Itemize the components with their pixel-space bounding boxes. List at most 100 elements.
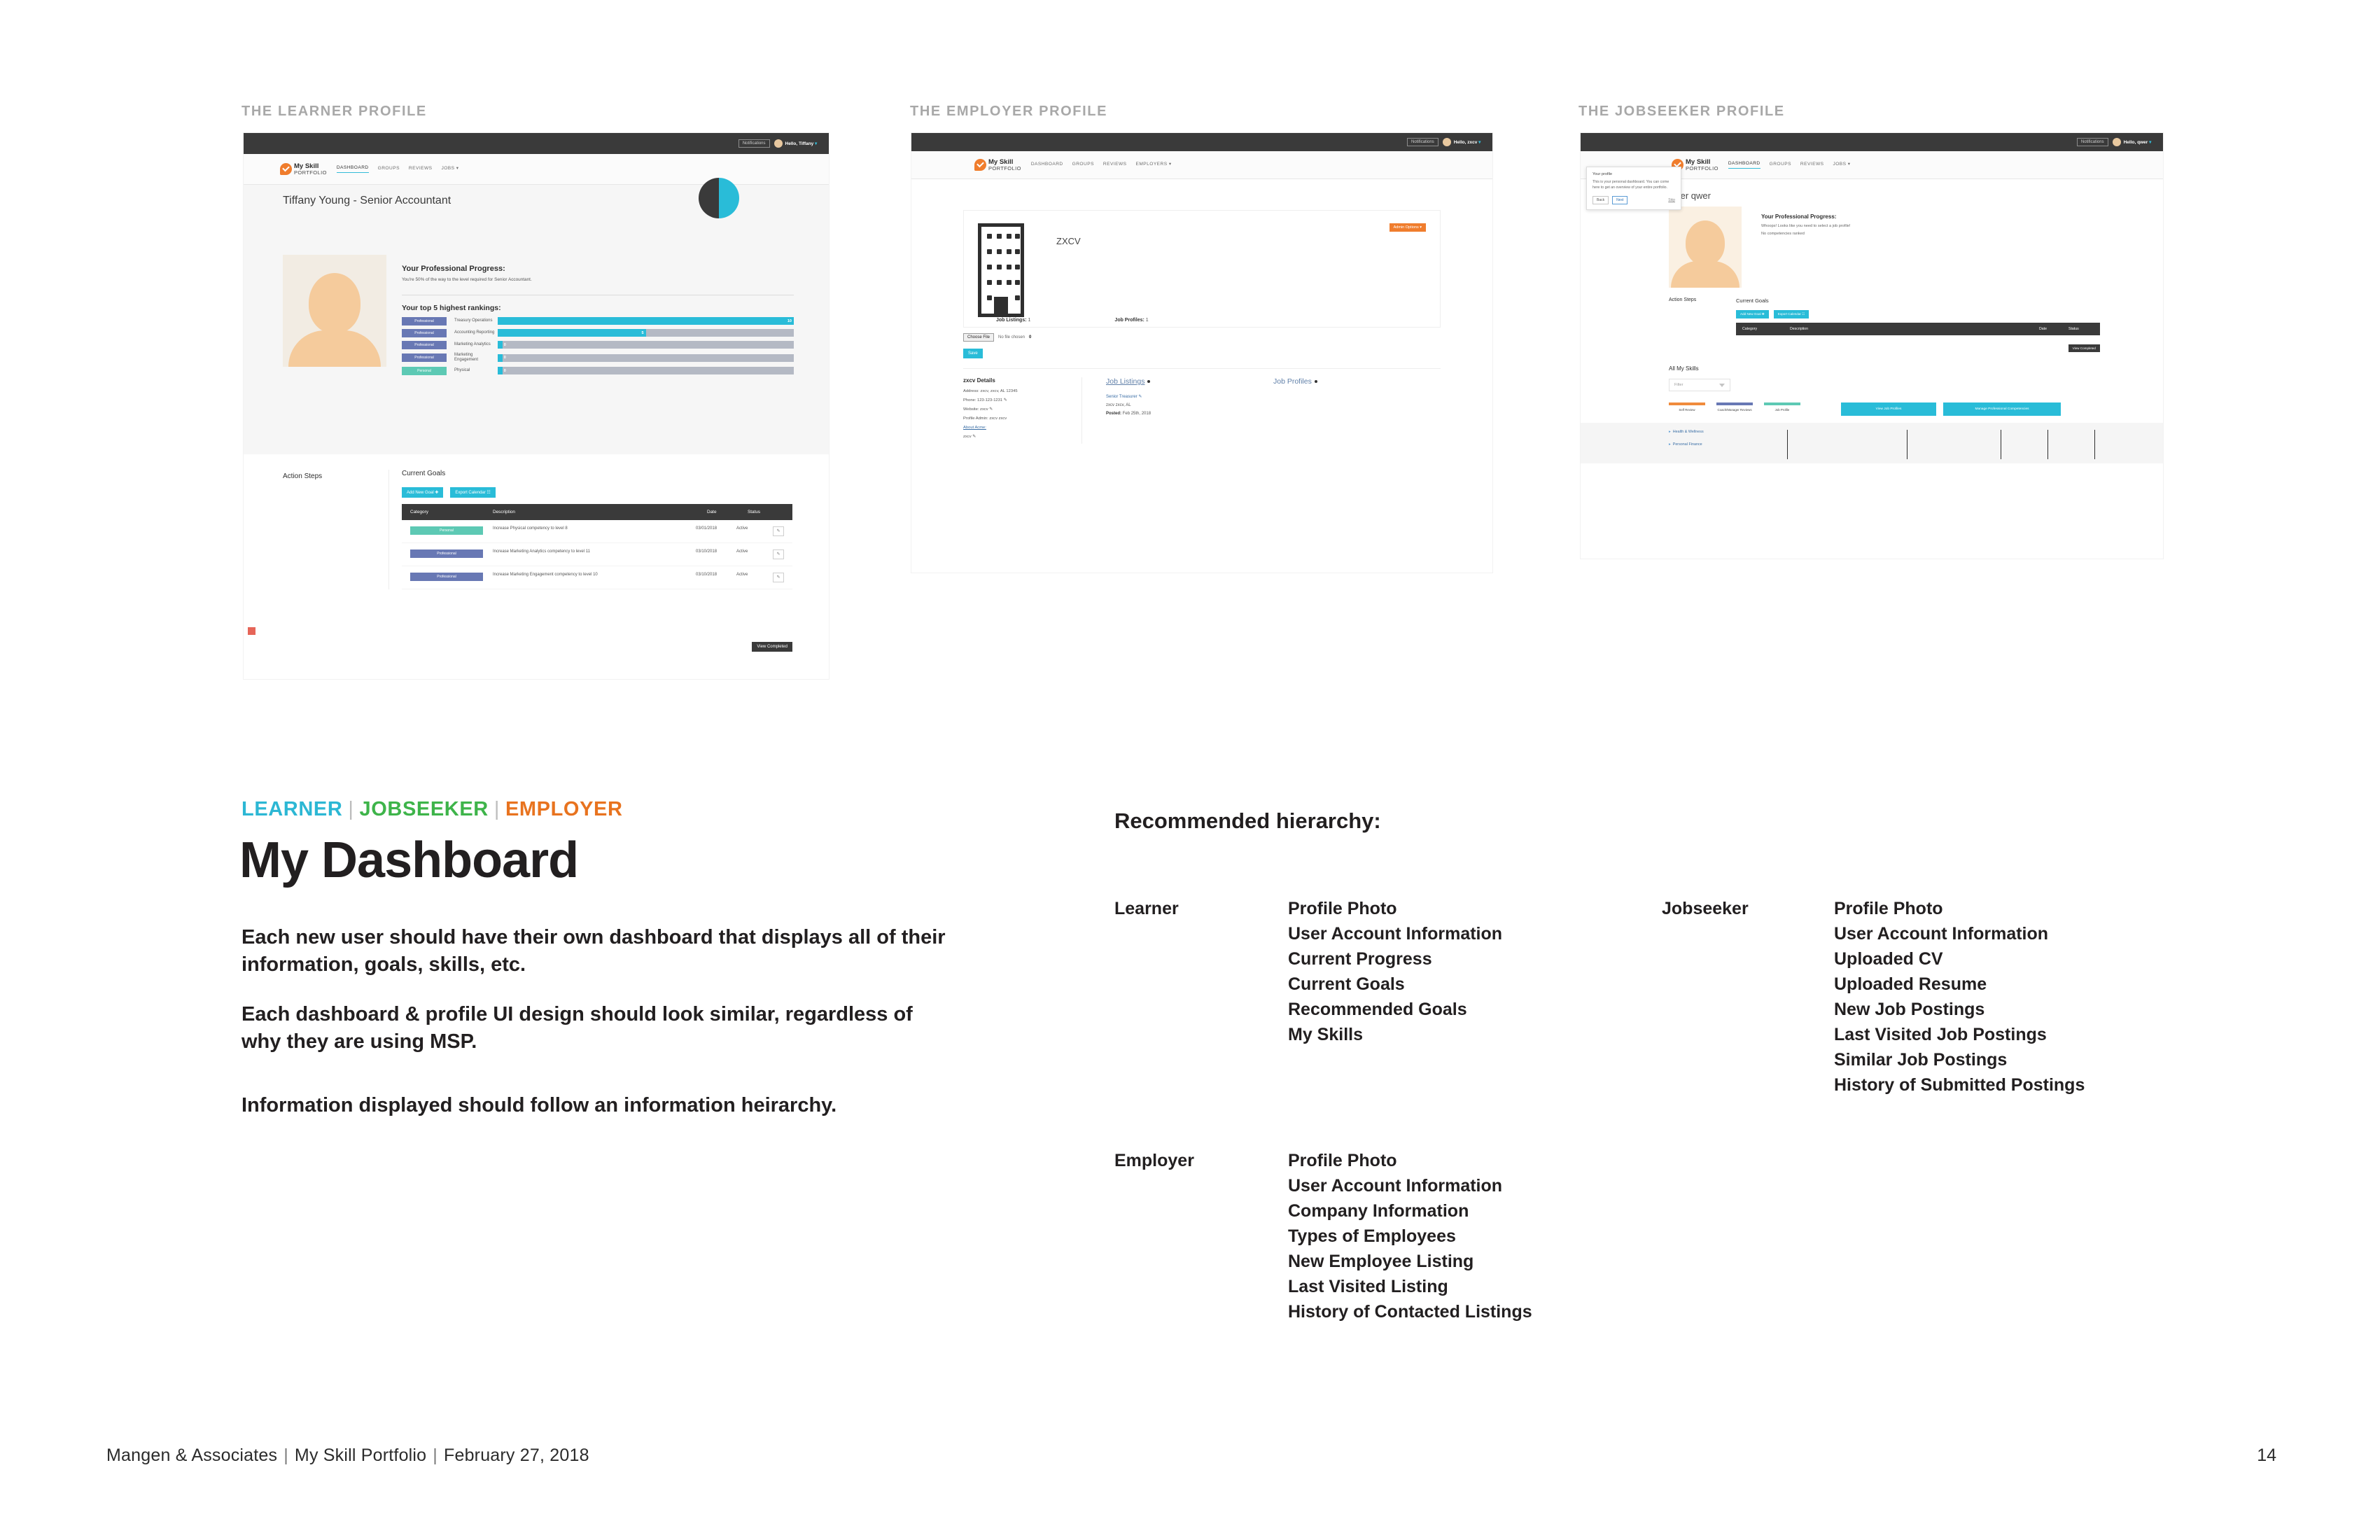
job-listing-name[interactable]: Senior Treasurer ✎ [1106,394,1273,399]
export-calendar-button[interactable]: Export Calendar ☷ [1773,310,1809,318]
user-menu[interactable]: Hello, zxcv ▾ [1454,139,1481,145]
rank-track: 0 [498,341,794,349]
edit-icon[interactable]: ✎ [773,526,784,536]
goal-category-badge: Professional [410,550,483,558]
view-completed-button[interactable]: View Completed [752,642,792,652]
choose-file-button[interactable]: Choose File [963,333,995,342]
list-item: Company Information [1288,1201,1469,1221]
user-greeting: Hello, zxcv [1453,140,1478,145]
learner-page-title: Tiffany Young - Senior Accountant [283,195,451,206]
footer-date: February 27, 2018 [444,1446,589,1465]
ranking-row: Professional Marketing Analytics 0 [402,340,794,349]
avatar-body-shape [1671,261,1740,288]
view-job-profiles-button[interactable]: View Job Profiles [1841,402,1936,416]
current-goals-heading: Current Goals [402,470,446,477]
nav-jobs[interactable]: JOBS ▾ [441,165,458,173]
category-row[interactable]: ▸ Health & Wellness [1669,430,1736,434]
list-item: User Account Information [1288,1176,1503,1196]
nav-reviews[interactable]: REVIEWS [1800,162,1824,169]
legend-label: Coach/Manager Reviews [1717,408,1752,412]
export-calendar-button[interactable]: Export Calendar ☷ [450,487,496,498]
recommended-hierarchy-title: Recommended hierarchy: [1114,808,1381,833]
category-label: Personal Finance [1672,442,1702,447]
nav-employers[interactable]: EMPLOYERS ▾ [1135,161,1171,169]
brand-logo[interactable]: My Skill PORTFOLIO [974,159,1021,171]
view-completed-button[interactable]: View Completed [2068,344,2100,352]
job-listings-title-text: Job Listings [1106,377,1145,386]
tooltip-back-button[interactable]: Back [1592,195,1609,204]
legend-item: Self Review [1669,402,1705,412]
page-number: 14 [2257,1446,2276,1465]
col-date: Date [707,510,717,514]
edit-icon[interactable]: ✎ [773,573,784,582]
nav-jobs[interactable]: JOBS ▾ [1833,161,1850,169]
ranking-row: Professional Accounting Reporting 5 [402,328,794,337]
filter-select[interactable]: Filter [1669,379,1730,391]
goal-description: Increase Marketing Engagement competency… [493,573,598,577]
learner-topbar: Notifications Hello, Tiffany ▾ [244,133,829,154]
list-item: New Job Postings [1834,1000,1985,1019]
add-new-goal-button[interactable]: Add New Goal ✚ [1736,310,1769,318]
tooltip-next-button[interactable]: Next [1612,195,1628,204]
job-profiles-title[interactable]: Job Profiles [1273,377,1441,386]
bullet-icon [1147,380,1151,384]
job-listings-title[interactable]: Job Listings [1106,377,1273,386]
footer-company: Mangen & Associates [106,1446,278,1465]
rankings-heading: Your top 5 highest rankings: [402,303,501,312]
chevron-down-icon [1719,383,1725,387]
add-new-goal-button[interactable]: Add New Goal ✚ [402,487,444,498]
about-link[interactable]: About Acme: [963,426,1072,430]
goal-description: Increase Marketing Analytics competency … [493,550,590,554]
page-title: My Dashboard [239,832,579,888]
legend-swatch-coach-reviews [1716,402,1753,405]
nav-dashboard[interactable]: DASHBOARD [1031,162,1063,169]
tooltip-skip-link[interactable]: Skip [1668,198,1675,202]
brand-logo[interactable]: My Skill PORTFOLIO [280,163,327,175]
nav-groups[interactable]: GROUPS [1072,162,1094,169]
list-item: Current Progress [1288,949,1432,969]
list-item: Uploaded Resume [1834,974,1987,994]
profile-photo [1669,206,1742,288]
table-row: Professional Increase Marketing Analytic… [402,543,792,566]
rank-value: 0 [503,356,506,360]
nav-dashboard[interactable]: DASHBOARD [1728,161,1760,169]
list-item: Last Visited Listing [1288,1277,1448,1296]
user-greeting: Hello, Tiffany [785,141,814,146]
job-listing-posted: Posted: Feb 25th, 2018 [1106,412,1273,416]
admin-options-button[interactable]: Admin Options ▾ [1389,223,1426,232]
building-door [994,297,1008,314]
notifications-button[interactable]: Notifications [1407,138,1438,146]
manage-competencies-button[interactable]: Manage Professional Competencies [1943,402,2061,416]
jobseeker-profile-mockup: Notifications Hello, qwer ▾ My Skill POR… [1581,133,2163,559]
user-menu[interactable]: Hello, Tiffany ▾ [785,141,818,146]
hierarchy-items-employer: Profile Photo User Account Information C… [1288,1148,1532,1324]
nav-dashboard[interactable]: DASHBOARD [336,165,369,173]
save-button[interactable]: Save [963,349,983,358]
category-row[interactable]: ▸ Personal Finance [1669,442,1736,447]
nav-groups[interactable]: GROUPS [1770,162,1791,169]
employer-stats: Job Listings: 1 Job Profiles: 1 [996,318,1440,323]
goal-category-badge: Professional [410,573,483,581]
employer-card: ZXCV Job Listings: 1 Job Profiles: 1 Adm… [963,210,1441,328]
user-menu[interactable]: Hello, qwer ▾ [2124,139,2152,145]
edit-icon[interactable]: ✎ [773,550,784,559]
pdf-marker-icon [248,627,255,635]
notifications-button[interactable]: Notifications [738,139,770,148]
list-item: My Skills [1288,1025,1363,1044]
employer-navbar: My Skill PORTFOLIO DASHBOARD GROUPS REVI… [911,151,1492,179]
nav-groups[interactable]: GROUPS [378,166,400,173]
jobseeker-mockup-label: THE JOBSEEKER PROFILE [1578,104,1785,119]
onboarding-tooltip: Your profile This is your personal dashb… [1586,167,1681,210]
kicker-learner: LEARNER [241,798,343,820]
goals-table-header: Category Description Date Status [1736,323,2100,335]
col-category: Category [410,510,428,514]
building-icon [978,223,1024,317]
notifications-button[interactable]: Notifications [2076,138,2108,146]
tooltip-title: Your profile [1592,172,1613,176]
hierarchy-items-jobseeker: Profile Photo User Account Information U… [1834,896,2085,1098]
nav-reviews[interactable]: REVIEWS [1103,162,1127,169]
goal-category-badge: Personal [410,526,483,535]
goal-date: 03/10/2018 [696,550,718,554]
nav-reviews[interactable]: REVIEWS [409,166,433,173]
company-name: ZXCV [1056,236,1081,246]
